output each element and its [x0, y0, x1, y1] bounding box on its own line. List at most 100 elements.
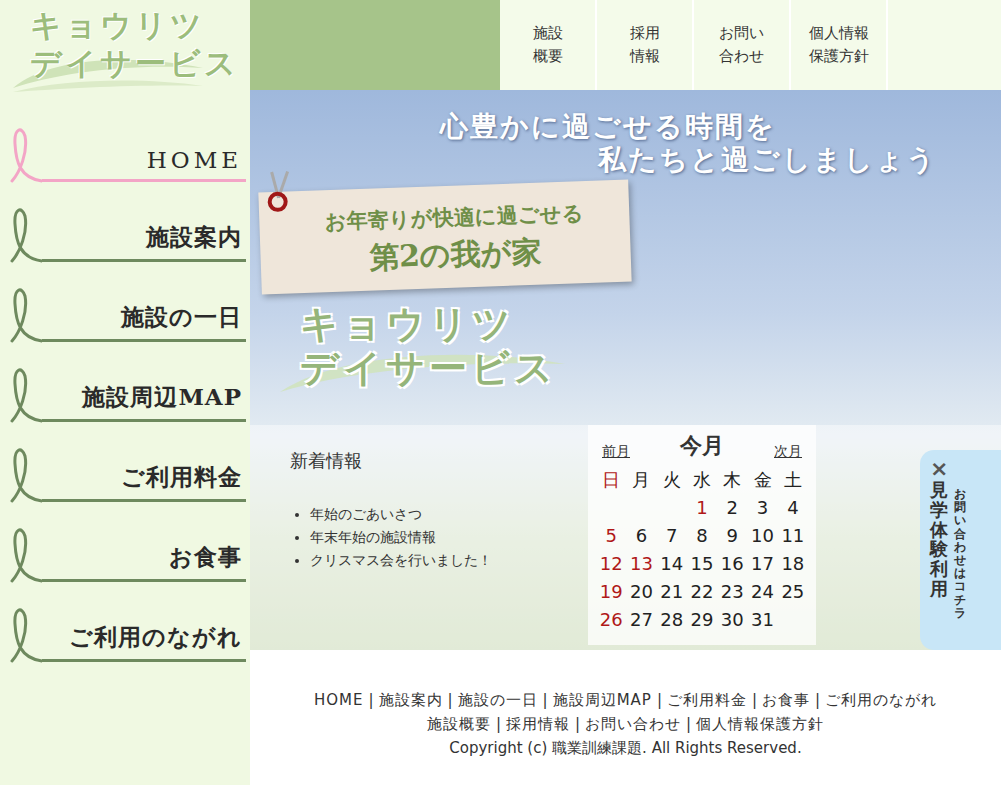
loop-icon — [8, 366, 42, 424]
side-nav-item[interactable]: 施設案内 — [0, 190, 250, 270]
news-section: 新着情報年始のごあいさつ年末年始の施設情報クリスマス会を行いました！ — [250, 425, 588, 572]
day-cell: 1 — [687, 495, 717, 521]
side-nav-item[interactable]: 施設の一日 — [0, 270, 250, 350]
hero-logo: キョウリツデイサービス — [300, 302, 1001, 390]
day-cell: 13 — [626, 551, 656, 577]
footer-link[interactable]: 採用情報 — [506, 715, 570, 733]
side-nav-label: 施設の一日 — [42, 302, 246, 342]
day-cell: 9 — [717, 523, 747, 549]
footer: HOME|施設案内|施設の一日|施設周辺MAP|ご利用料金|お食事|ご利用のなが… — [250, 650, 1001, 785]
right-column: 施設概要採用情報お問い合わせ個人情報保護方針心豊かに過ごせる時間を私たちと過ごし… — [250, 0, 1001, 785]
footer-link[interactable]: 個人情報保護方針 — [696, 715, 824, 733]
prev-month-link[interactable]: 前月 — [602, 443, 630, 461]
weekday-cell: 金 — [747, 467, 777, 493]
hero-tag-text: 第2の我が家 — [290, 228, 621, 281]
day-cell — [657, 495, 687, 521]
calendar-header: 前月 今月 次月 — [596, 431, 808, 461]
news-title: 新着情報 — [290, 449, 588, 473]
top-nav-item[interactable]: 採用情報 — [597, 0, 694, 90]
day-cell: 16 — [717, 551, 747, 577]
weekday-cell: 月 — [626, 467, 656, 493]
footer-link[interactable]: ご利用のながれ — [825, 691, 937, 709]
day-cell — [626, 495, 656, 521]
hero-headline: 心豊かに過ごせる時間を — [250, 110, 1001, 143]
day-cell: 2 — [717, 495, 747, 521]
day-cell: 11 — [778, 523, 808, 549]
footer-link[interactable]: ご利用料金 — [667, 691, 747, 709]
day-cell: 22 — [687, 579, 717, 605]
logo-text: キョウリツ — [30, 6, 250, 44]
close-mark[interactable]: × — [930, 458, 948, 480]
side-nav-item[interactable]: 施設周辺MAP — [0, 350, 250, 430]
footer-link[interactable]: 施設案内 — [379, 691, 443, 709]
news-item[interactable]: 年始のごあいさつ — [310, 503, 588, 526]
top-green-block — [250, 0, 500, 90]
loop-icon — [8, 206, 42, 264]
footer-link[interactable]: HOME — [314, 691, 364, 709]
side-nav-label: ご利用料金 — [42, 462, 246, 502]
loop-icon — [8, 446, 42, 504]
day-cell: 24 — [747, 579, 777, 605]
day-cell: 19 — [596, 579, 626, 605]
calendar: 前月今月次月日月火水木金土123456789101112131415161718… — [588, 425, 816, 645]
day-cell: 18 — [778, 551, 808, 577]
footer-links: HOME|施設案内|施設の一日|施設周辺MAP|ご利用料金|お食事|ご利用のなが… — [250, 688, 1001, 712]
day-cell: 28 — [657, 607, 687, 633]
footer-link[interactable]: お問い合わせ — [585, 715, 681, 733]
day-cell: 20 — [626, 579, 656, 605]
side-nav-item[interactable]: ご利用料金 — [0, 430, 250, 510]
side-nav-item[interactable]: ご利用のながれ — [0, 590, 250, 670]
hero-headline: 私たちと過ごしましょう — [250, 143, 1001, 176]
weekday-cell: 火 — [657, 467, 687, 493]
hero-banner: 心豊かに過ごせる時間を私たちと過ごしましょうお年寄りが快適に過ごせる第2の我が家… — [250, 90, 1001, 425]
day-cell: 29 — [687, 607, 717, 633]
day-cell: 4 — [778, 495, 808, 521]
top-nav-item[interactable]: 個人情報保護方針 — [791, 0, 888, 90]
day-cell: 23 — [717, 579, 747, 605]
day-cell: 30 — [717, 607, 747, 633]
current-month: 今月 — [680, 431, 724, 461]
day-cell: 15 — [687, 551, 717, 577]
day-cell: 31 — [747, 607, 777, 633]
day-cell: 10 — [747, 523, 777, 549]
next-month-link[interactable]: 次月 — [774, 443, 802, 461]
pin-icon — [262, 169, 296, 214]
side-nav-item[interactable]: お食事 — [0, 510, 250, 590]
day-cell: 21 — [657, 579, 687, 605]
main-visual: 心豊かに過ごせる時間を私たちと過ごしましょうお年寄りが快適に過ごせる第2の我が家… — [250, 90, 1001, 650]
visit-tab[interactable]: ×見学・体験利用お問い合わせはコチラ — [920, 450, 1001, 650]
page: キョウリツデイサービスHOME施設案内施設の一日施設周辺MAPご利用料金お食事ご… — [0, 0, 1001, 785]
day-cell — [596, 495, 626, 521]
top-nav-item[interactable]: お問い合わせ — [694, 0, 791, 90]
top-bar: 施設概要採用情報お問い合わせ個人情報保護方針 — [250, 0, 1001, 90]
footer-link[interactable]: 施設周辺MAP — [553, 691, 652, 709]
tab-subtitle: お問い合わせはコチラ — [954, 488, 966, 620]
loop-icon — [8, 526, 42, 584]
hero-logo-text: デイサービス — [300, 346, 1001, 390]
footer-link[interactable]: 施設の一日 — [458, 691, 538, 709]
weekday-cell: 日 — [596, 467, 626, 493]
day-cell: 7 — [657, 523, 687, 549]
footer-link[interactable]: お食事 — [762, 691, 810, 709]
news-item[interactable]: クリスマス会を行いました！ — [310, 549, 588, 572]
day-cell: 27 — [626, 607, 656, 633]
loop-icon — [8, 286, 42, 344]
site-logo[interactable]: キョウリツデイサービス — [0, 0, 250, 100]
left-column: キョウリツデイサービス HOME 施設案内施設の一日施設周辺MAP ご利用料金お食事ご… — [0, 0, 250, 785]
news-item[interactable]: 年末年始の施設情報 — [310, 526, 588, 549]
day-cell: 26 — [596, 607, 626, 633]
side-nav-item[interactable]: HOME — [0, 110, 250, 190]
side-nav-label: ご利用のながれ — [42, 622, 246, 662]
side-nav-label: お食事 — [42, 542, 246, 582]
top-nav-item[interactable]: 施設概要 — [500, 0, 597, 90]
day-cell: 6 — [626, 523, 656, 549]
footer-link[interactable]: 施設概要 — [427, 715, 491, 733]
day-cell: 3 — [747, 495, 777, 521]
tab-main-column: ×見学・体験利用 — [930, 458, 948, 650]
weekday-cell: 土 — [778, 467, 808, 493]
loop-icon — [8, 606, 42, 664]
side-nav: HOME 施設案内施設の一日施設周辺MAP ご利用料金お食事ご利用のながれ — [0, 100, 250, 670]
weekday-cell: 木 — [717, 467, 747, 493]
day-cell: 5 — [596, 523, 626, 549]
side-nav-label: HOME — [42, 147, 246, 182]
